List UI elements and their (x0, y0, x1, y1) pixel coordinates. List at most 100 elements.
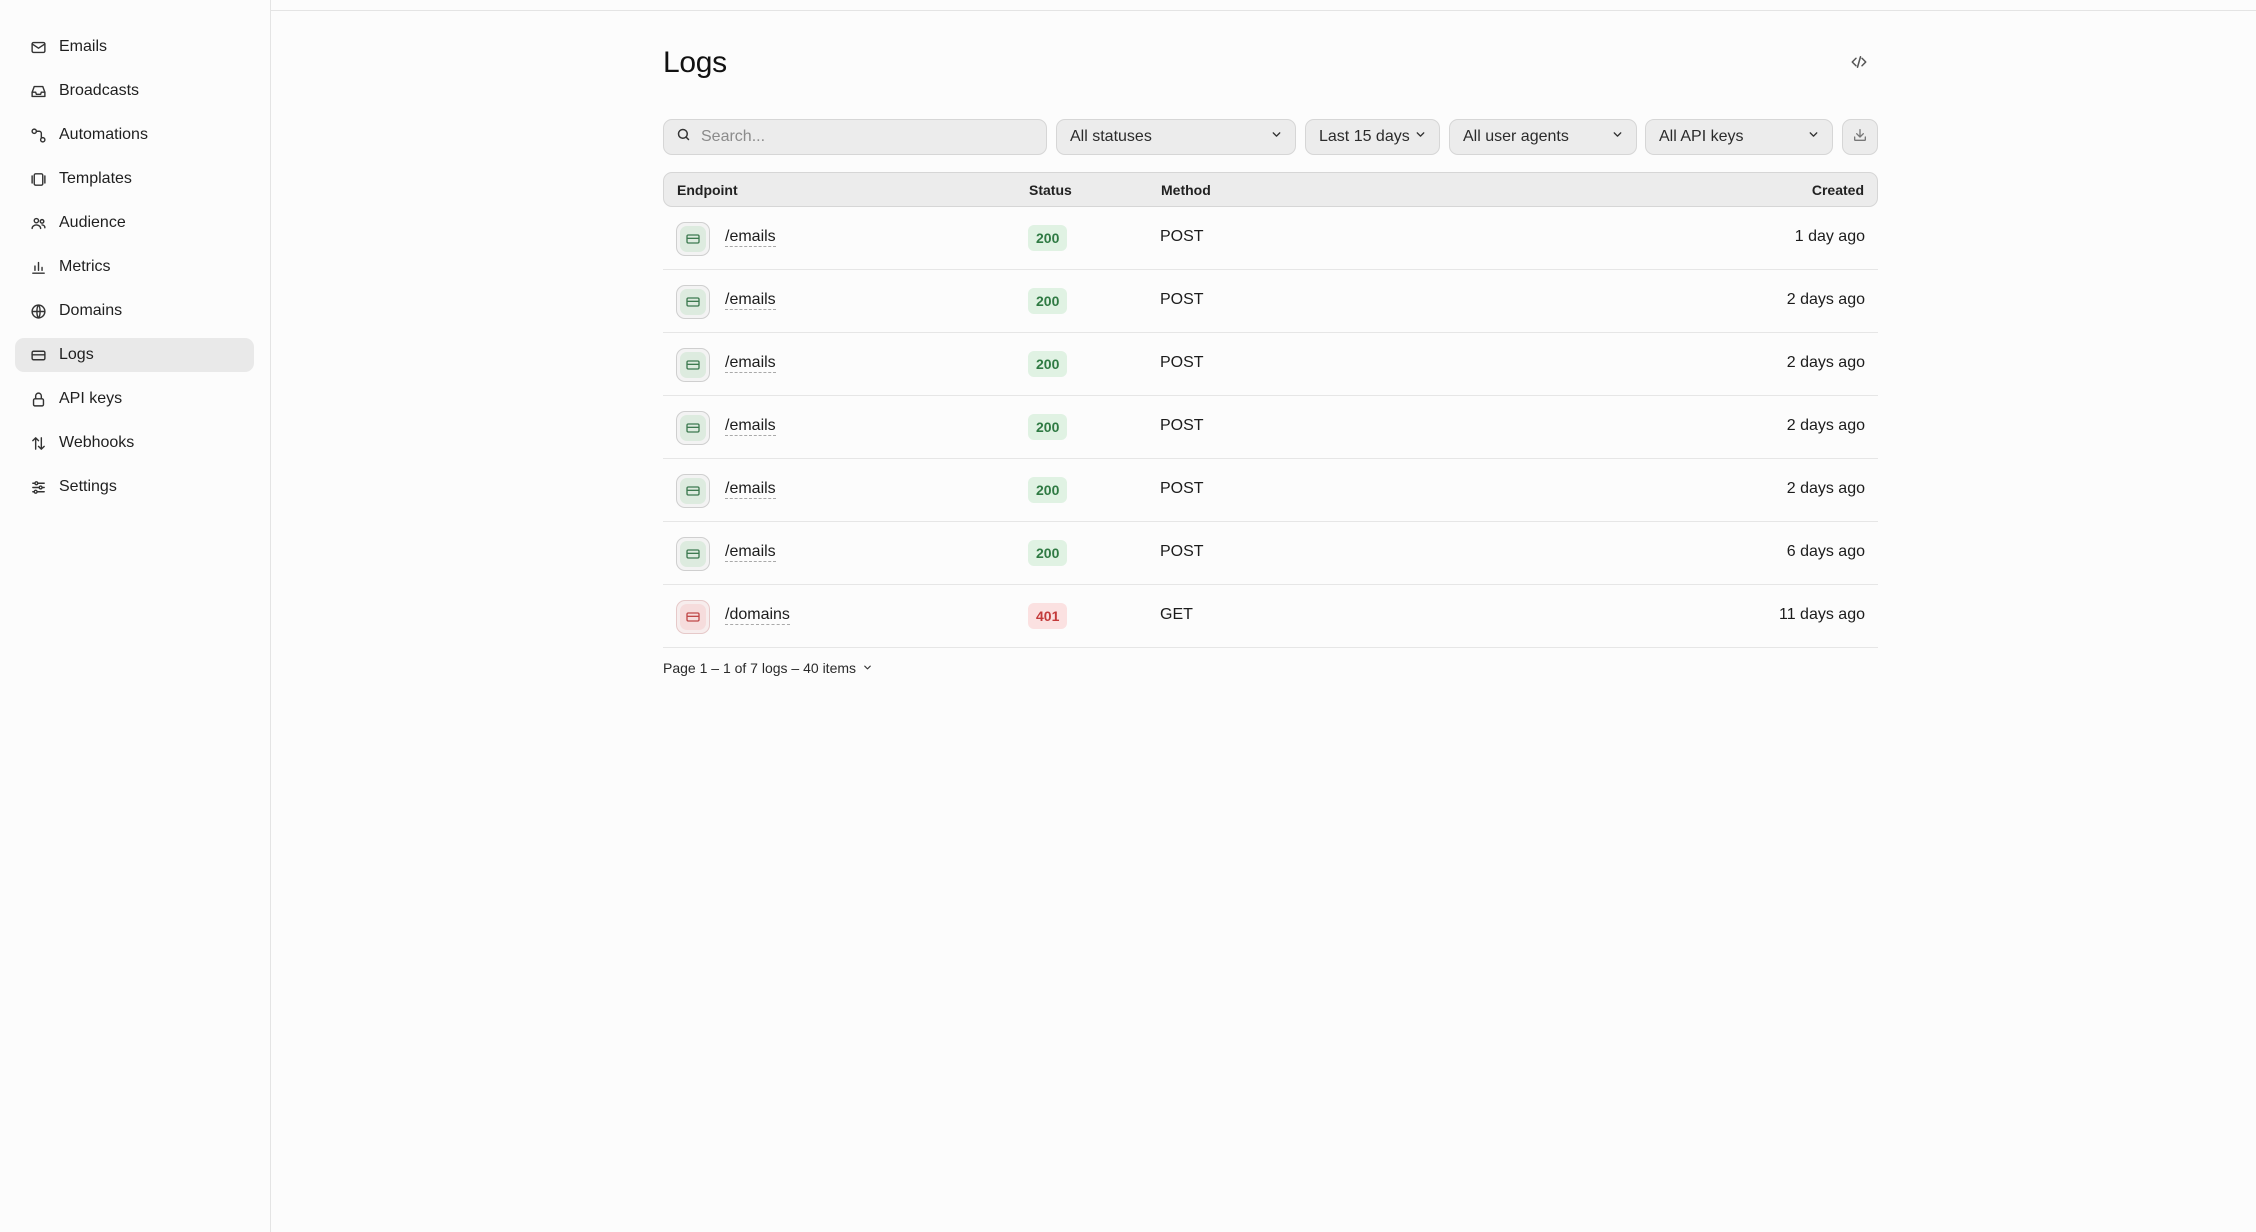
table-row[interactable]: /emails 200 POST 2 days ago (663, 333, 1878, 396)
sidebar-item-label: Domains (59, 302, 123, 319)
status-badge: 200 (1028, 477, 1068, 503)
column-header-created: Created (1811, 182, 1864, 198)
sidebar-item-logs[interactable]: Logs (15, 338, 254, 372)
created-cell: 2 days ago (1786, 480, 1865, 497)
header-divider (271, 10, 2256, 11)
status-filter-value: All statuses (1070, 128, 1152, 145)
download-icon (1852, 127, 1868, 148)
bar-chart-icon (29, 258, 47, 276)
page-title: Logs (663, 46, 727, 79)
chevron-down-icon (1270, 128, 1283, 146)
table-row[interactable]: /emails 200 POST 2 days ago (663, 459, 1878, 522)
sidebar-item-emails[interactable]: Emails (15, 30, 254, 64)
method-cell: POST (1160, 480, 1204, 497)
column-header-method: Method (1161, 182, 1211, 198)
chevron-down-icon (1611, 128, 1624, 146)
endpoint-icon (676, 600, 710, 634)
endpoint-icon (676, 474, 710, 508)
sidebar-item-domains[interactable]: Domains (15, 294, 254, 328)
column-header-status: Status (1029, 182, 1072, 198)
inbox-icon (29, 82, 47, 100)
method-cell: POST (1160, 354, 1204, 371)
workflow-icon (29, 126, 47, 144)
sidebar-item-label: Emails (59, 38, 108, 55)
status-badge: 200 (1028, 288, 1068, 314)
table-row[interactable]: /domains 401 GET 11 days ago (663, 585, 1878, 648)
method-cell: POST (1160, 228, 1204, 245)
endpoint-icon (676, 222, 710, 256)
sidebar-item-label: Metrics (59, 258, 111, 275)
templates-icon (29, 170, 47, 188)
webhook-icon (29, 434, 47, 452)
pagination-text: Page 1 – 1 of 7 logs – 40 items (663, 660, 857, 676)
logs-table-header: Endpoint Status Method Created (663, 172, 1878, 207)
code-icon (1850, 53, 1868, 76)
sidebar-item-label: Automations (59, 126, 148, 143)
created-cell: 2 days ago (1786, 354, 1865, 371)
created-cell: 1 day ago (1794, 228, 1865, 245)
lock-icon (29, 390, 47, 408)
endpoint-icon (676, 285, 710, 319)
search-box[interactable] (663, 119, 1047, 155)
method-cell: GET (1160, 606, 1193, 623)
logs-icon (29, 346, 47, 364)
endpoint-link[interactable]: /emails (725, 543, 776, 562)
sidebar-item-audience[interactable]: Audience (15, 206, 254, 240)
pagination-dropdown[interactable]: Page 1 – 1 of 7 logs – 40 items (663, 660, 873, 676)
sidebar-item-label: Logs (59, 346, 94, 363)
table-row[interactable]: /emails 200 POST 2 days ago (663, 396, 1878, 459)
sidebar-item-api-keys[interactable]: API keys (15, 382, 254, 416)
sidebar-item-label: Broadcasts (59, 82, 140, 99)
search-input[interactable] (701, 128, 1021, 146)
export-button[interactable] (1842, 119, 1878, 155)
table-row[interactable]: /emails 200 POST 1 day ago (663, 207, 1878, 270)
method-cell: POST (1160, 417, 1204, 434)
endpoint-link[interactable]: /emails (725, 228, 776, 247)
chevron-down-icon (1807, 128, 1820, 146)
endpoint-link[interactable]: /domains (725, 606, 790, 625)
sliders-icon (29, 478, 47, 496)
api-key-filter-select[interactable]: All API keys (1645, 119, 1833, 155)
sidebar-item-metrics[interactable]: Metrics (15, 250, 254, 284)
column-header-endpoint: Endpoint (677, 182, 738, 198)
users-icon (29, 214, 47, 232)
endpoint-icon (676, 537, 710, 571)
endpoint-link[interactable]: /emails (725, 354, 776, 373)
status-badge: 401 (1028, 603, 1068, 629)
mail-icon (29, 38, 47, 56)
chevron-down-icon (856, 660, 873, 676)
sidebar-item-webhooks[interactable]: Webhooks (15, 426, 254, 460)
created-cell: 2 days ago (1786, 417, 1865, 434)
sidebar-item-templates[interactable]: Templates (15, 162, 254, 196)
globe-icon (29, 302, 47, 320)
endpoint-link[interactable]: /emails (725, 417, 776, 436)
view-code-button[interactable] (1847, 52, 1871, 76)
status-filter-select[interactable]: All statuses (1056, 119, 1296, 155)
date-range-value: Last 15 days (1319, 128, 1410, 145)
chevron-down-icon (1414, 128, 1427, 146)
sidebar-item-label: Settings (59, 478, 117, 495)
sidebar-item-settings[interactable]: Settings (15, 470, 254, 504)
endpoint-link[interactable]: /emails (725, 291, 776, 310)
sidebar: Emails Broadcasts Automations Templates … (0, 0, 271, 1232)
endpoint-link[interactable]: /emails (725, 480, 776, 499)
status-badge: 200 (1028, 351, 1068, 377)
created-cell: 2 days ago (1786, 291, 1865, 308)
sidebar-item-label: API keys (59, 390, 123, 407)
user-agent-filter-value: All user agents (1463, 128, 1569, 145)
date-range-select[interactable]: Last 15 days (1305, 119, 1440, 155)
search-icon (676, 127, 691, 147)
endpoint-icon (676, 411, 710, 445)
created-cell: 6 days ago (1786, 543, 1865, 560)
user-agent-filter-select[interactable]: All user agents (1449, 119, 1637, 155)
created-cell: 11 days ago (1779, 606, 1865, 623)
sidebar-item-broadcasts[interactable]: Broadcasts (15, 74, 254, 108)
status-badge: 200 (1028, 225, 1068, 251)
table-row[interactable]: /emails 200 POST 2 days ago (663, 270, 1878, 333)
endpoint-icon (676, 348, 710, 382)
api-key-filter-value: All API keys (1659, 128, 1744, 145)
sidebar-item-label: Webhooks (59, 434, 135, 451)
table-row[interactable]: /emails 200 POST 6 days ago (663, 522, 1878, 585)
sidebar-item-automations[interactable]: Automations (15, 118, 254, 152)
sidebar-item-label: Audience (59, 214, 126, 231)
